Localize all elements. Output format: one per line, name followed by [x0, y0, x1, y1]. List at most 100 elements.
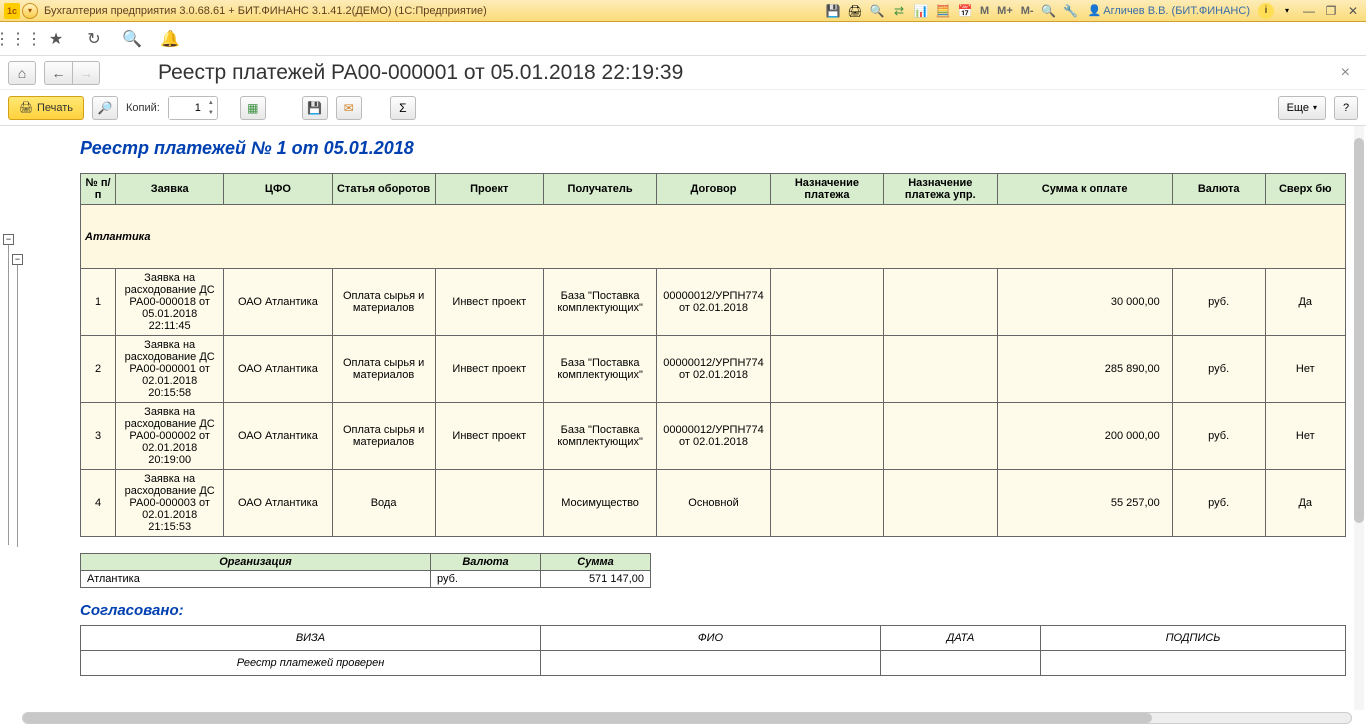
printer-icon: 🖨 [19, 101, 33, 114]
cell-n: 3 [81, 403, 116, 470]
cell-n: 4 [81, 470, 116, 537]
cell-purpose [770, 403, 883, 470]
col-n: № п/п [81, 174, 116, 205]
sum-cur-val: руб. [431, 571, 541, 588]
back-button[interactable]: ← [44, 61, 72, 85]
table-row[interactable]: 3Заявка на расходование ДС РА00-000002 о… [81, 403, 1346, 470]
history-icon[interactable]: ↻ [84, 29, 104, 49]
cell-currency: руб. [1172, 470, 1265, 537]
col-amount: Сумма к оплате [997, 174, 1172, 205]
settings-icon[interactable]: 🔧 [1062, 3, 1080, 19]
sign-row-visa: Реестр платежей проверен [81, 651, 541, 676]
report-icon[interactable]: 📊 [912, 3, 930, 19]
minimize-button[interactable]: — [1300, 4, 1318, 18]
apps-icon[interactable]: ⋮⋮⋮ [8, 29, 28, 49]
memory-m-button[interactable]: M [978, 5, 991, 17]
preview-icon[interactable]: 🔍 [868, 3, 886, 19]
spin-up-icon[interactable]: ▲ [205, 98, 217, 108]
cell-recipient: База "Поставка комплектующих" [543, 336, 656, 403]
col-request: Заявка [116, 174, 224, 205]
col-recipient: Получатель [543, 174, 656, 205]
table-row[interactable]: 1Заявка на расходование ДС РА00-000018 о… [81, 269, 1346, 336]
table-row[interactable]: 2Заявка на расходование ДС РА00-000001 о… [81, 336, 1346, 403]
cell-article: Оплата сырья и материалов [332, 336, 435, 403]
calendar-icon[interactable]: 📅 [956, 3, 974, 19]
preview-button[interactable]: 🔎 [92, 96, 118, 120]
cell-contract: Основной [657, 470, 770, 537]
close-button[interactable]: ✕ [1344, 4, 1362, 18]
sign-visa: ВИЗА [81, 626, 541, 651]
outline-collapse-1[interactable]: − [3, 234, 14, 245]
cell-contract: 00000012/УРПН774 от 02.01.2018 [657, 269, 770, 336]
cell-purpose_mgmt [884, 336, 997, 403]
sum-org: Организация [81, 554, 431, 571]
col-article: Статья оборотов [332, 174, 435, 205]
favorites-icon[interactable]: ★ [46, 29, 66, 49]
sign-fio: ФИО [541, 626, 881, 651]
cell-over: Нет [1265, 403, 1345, 470]
search-icon[interactable]: 🔍 [122, 29, 142, 49]
info-dropdown-icon[interactable]: ▾ [1278, 3, 1296, 19]
notifications-icon[interactable]: 🔔 [160, 29, 180, 49]
chevron-down-icon: ▾ [1313, 103, 1317, 112]
spin-down-icon[interactable]: ▼ [205, 108, 217, 118]
cell-purpose [770, 336, 883, 403]
cell-amount: 285 890,00 [997, 336, 1172, 403]
table-button[interactable]: ▦ [240, 96, 266, 120]
sum-org-val: Атлантика [81, 571, 431, 588]
maximize-button[interactable]: ❐ [1322, 4, 1340, 18]
outline-gutter: − − [0, 126, 22, 710]
cell-article: Вода [332, 470, 435, 537]
cell-article: Оплата сырья и материалов [332, 403, 435, 470]
compare-icon[interactable]: ⇄ [890, 3, 908, 19]
cell-request: Заявка на расходование ДС РА00-000018 от… [116, 269, 224, 336]
table-row[interactable]: 4Заявка на расходование ДС РА00-000003 о… [81, 470, 1346, 537]
document-scroll[interactable]: Реестр платежей № 1 от 05.01.2018 № п/п … [22, 126, 1352, 710]
cell-project: Инвест проект [435, 403, 543, 470]
sum-button[interactable]: Σ [390, 96, 416, 120]
help-button[interactable]: ? [1334, 96, 1358, 120]
col-project: Проект [435, 174, 543, 205]
col-currency: Валюта [1172, 174, 1265, 205]
cell-cfo: ОАО Атлантика [224, 470, 332, 537]
zoom-in-icon[interactable]: 🔍 [1040, 3, 1058, 19]
print-icon[interactable]: 🖨 [846, 3, 864, 19]
vertical-scrollbar[interactable] [1354, 126, 1364, 710]
sum-sum: Сумма [541, 554, 651, 571]
cell-amount: 30 000,00 [997, 269, 1172, 336]
current-user[interactable]: 👤Агличев В.В. (БИТ.ФИНАНС) [1088, 4, 1250, 17]
home-button[interactable]: ⌂ [8, 61, 36, 85]
title-bar: 1c ▾ Бухгалтерия предприятия 3.0.68.61 +… [0, 0, 1366, 22]
more-button[interactable]: Еще▾ [1278, 96, 1326, 120]
info-icon[interactable]: i [1258, 3, 1274, 19]
email-button[interactable]: ✉ [336, 96, 362, 120]
cell-amount: 55 257,00 [997, 470, 1172, 537]
app-menu-dropdown[interactable]: ▾ [22, 3, 38, 19]
signatures-table: ВИЗА ФИО ДАТА ПОДПИСЬ Реестр платежей пр… [80, 625, 1346, 676]
cell-over: Да [1265, 269, 1345, 336]
cell-n: 2 [81, 336, 116, 403]
print-button[interactable]: 🖨 Печать [8, 96, 84, 120]
memory-mplus-button[interactable]: M+ [995, 5, 1015, 17]
cell-cfo: ОАО Атлантика [224, 269, 332, 336]
save-doc-button[interactable]: 💾 [302, 96, 328, 120]
cell-amount: 200 000,00 [997, 403, 1172, 470]
copies-input[interactable] [169, 97, 205, 119]
cell-recipient: Мосимущество [543, 470, 656, 537]
summary-table: Организация Валюта Сумма Атлантика руб. … [80, 553, 651, 588]
col-purpose: Назначение платежа [770, 174, 883, 205]
report-title: Реестр платежей № 1 от 05.01.2018 [80, 138, 1346, 159]
copies-spinner[interactable]: ▲▼ [168, 96, 218, 120]
horizontal-scrollbar[interactable] [22, 712, 1352, 724]
col-over: Сверх бю [1265, 174, 1345, 205]
document-area: − − Реестр платежей № 1 от 05.01.2018 № … [0, 126, 1366, 728]
close-page-button[interactable]: × [1333, 64, 1358, 82]
cell-request: Заявка на расходование ДС РА00-000002 от… [116, 403, 224, 470]
memory-mminus-button[interactable]: M- [1019, 5, 1036, 17]
save-icon[interactable]: 💾 [824, 3, 842, 19]
col-purpose-mgmt: Назначение платежа упр. [884, 174, 997, 205]
cell-contract: 00000012/УРПН774 от 02.01.2018 [657, 403, 770, 470]
cell-request: Заявка на расходование ДС РА00-000001 от… [116, 336, 224, 403]
calculator-icon[interactable]: 🧮 [934, 3, 952, 19]
forward-button[interactable]: → [72, 61, 100, 85]
